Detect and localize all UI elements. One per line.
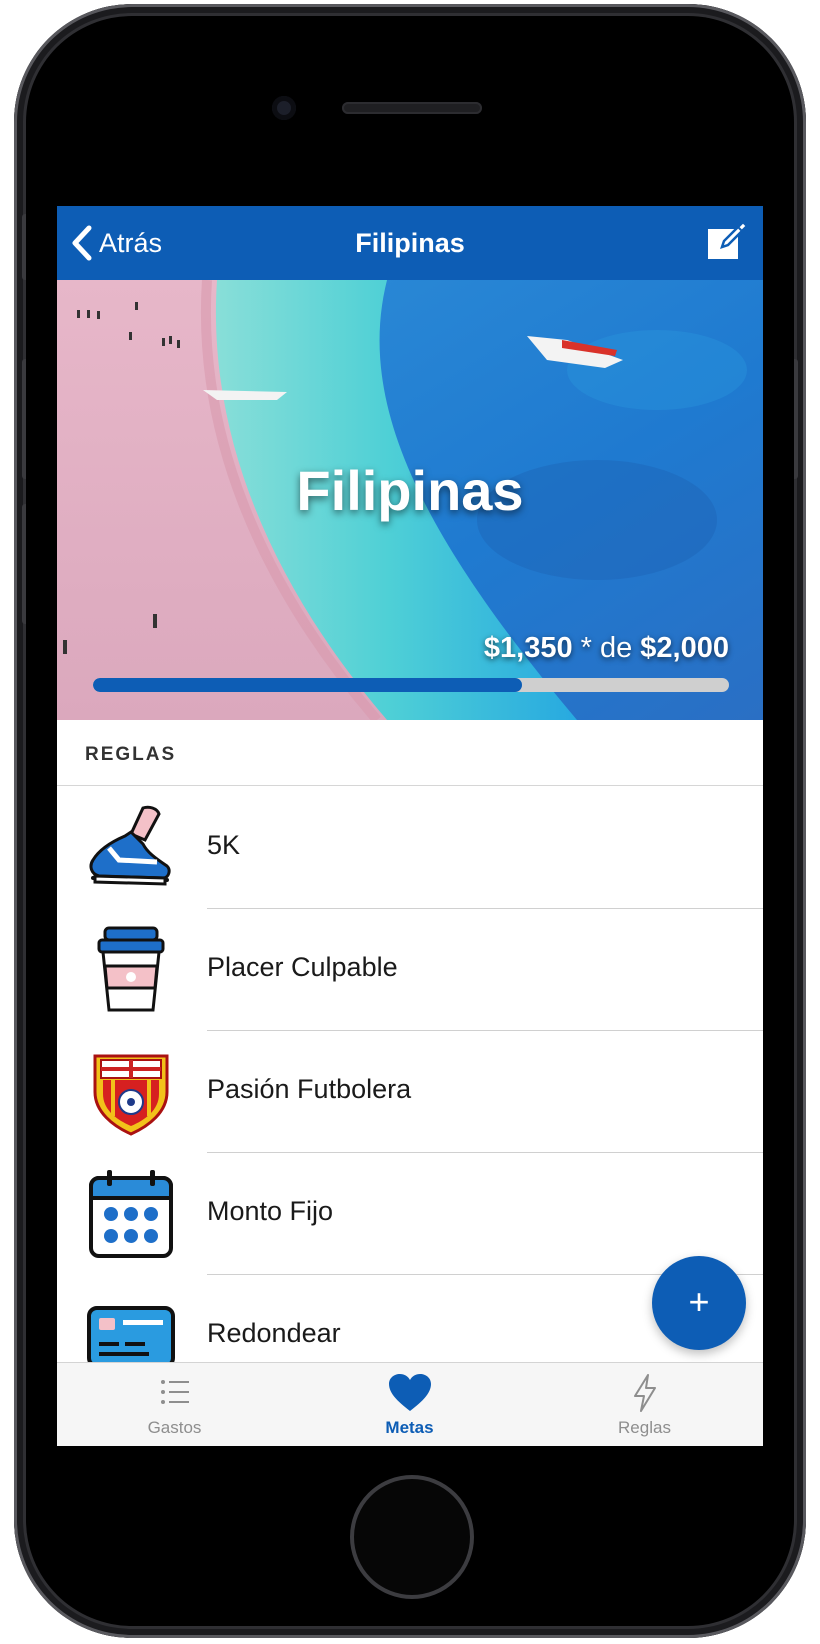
front-camera — [272, 96, 296, 120]
tab-bar: Gastos Metas Reglas — [57, 1362, 763, 1446]
rules-header-label: REGLAS — [85, 744, 177, 765]
tab-metas[interactable]: Metas — [292, 1363, 527, 1446]
rule-item-placer-culpable[interactable]: Placer Culpable — [57, 909, 763, 1031]
goal-name: Filipinas — [296, 459, 524, 522]
tab-label: Metas — [385, 1418, 434, 1437]
goal-progress-fill — [93, 678, 523, 692]
rule-item-pasion-futbolera[interactable]: Pasión Futbolera — [57, 1031, 763, 1153]
edit-icon[interactable] — [705, 220, 749, 264]
rule-label: Redondear — [207, 1318, 341, 1348]
navigation-bar: Atrás Filipinas — [57, 206, 763, 280]
lightning-icon — [633, 1374, 656, 1412]
saved-suffix: * de — [572, 632, 641, 664]
soccer-club-crest-icon — [93, 1054, 169, 1136]
goal-progress-bar — [93, 678, 729, 692]
calendar-icon — [89, 1170, 173, 1258]
rule-item-5k[interactable]: 5K — [57, 787, 763, 909]
saved-amount: $1,350 — [483, 632, 573, 664]
coffee-cup-icon — [97, 926, 165, 1012]
home-button[interactable] — [350, 1475, 474, 1599]
list-icon — [160, 1380, 189, 1404]
rule-label: Monto Fijo — [207, 1196, 334, 1226]
target-amount: $2,000 — [640, 632, 729, 664]
tab-label: Reglas — [618, 1418, 671, 1437]
earpiece-speaker — [342, 102, 482, 114]
goal-progress-text: $1,350 * de $2,000 — [484, 632, 729, 665]
rules-section-header: REGLAS — [57, 720, 763, 786]
goal-hero: Filipinas $1,350 * de $2,000 — [57, 280, 763, 720]
tab-gastos[interactable]: Gastos — [57, 1363, 292, 1446]
rule-label: Pasión Futbolera — [207, 1074, 412, 1104]
tab-label: Gastos — [147, 1418, 202, 1437]
page-title: Filipinas — [355, 228, 465, 258]
add-rule-button[interactable]: + — [652, 1256, 746, 1350]
running-shoe-icon — [89, 805, 171, 886]
rule-item-monto-fijo[interactable]: Monto Fijo — [57, 1153, 763, 1275]
app-screen: Atrás Filipinas Filipinas $1,350 * de $2… — [57, 206, 763, 1446]
tab-reglas[interactable]: Reglas — [527, 1363, 762, 1446]
heart-icon — [388, 1374, 431, 1411]
rule-label: 5K — [207, 830, 241, 860]
rule-label: Placer Culpable — [207, 952, 398, 982]
